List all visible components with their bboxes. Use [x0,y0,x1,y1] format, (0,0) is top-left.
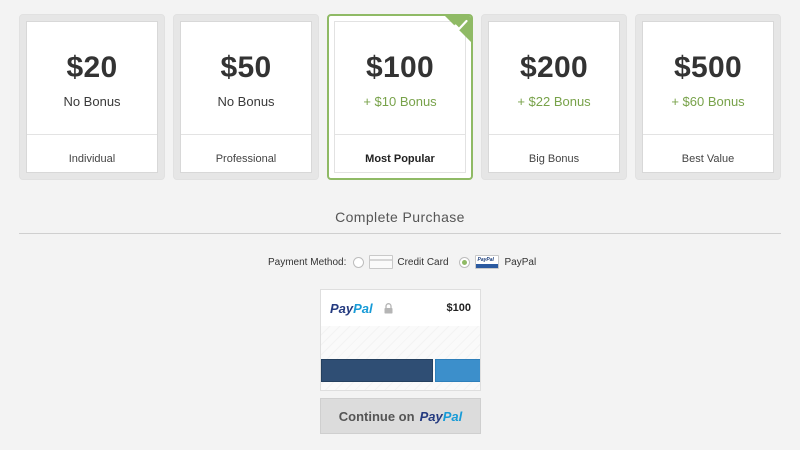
plan-card-professional[interactable]: $50 No Bonus Professional [173,14,319,180]
paypal-icon: PayPal [474,255,499,269]
payment-method-label: Payment Method: [268,256,347,268]
paypal-amount: $100 [446,302,471,314]
plan-tier: Professional [215,153,277,165]
plan-card-best-value[interactable]: $500 + $60 Bonus Best Value [635,14,781,180]
section-divider [19,233,781,234]
plan-divider [489,134,619,135]
paypal-radio[interactable] [458,256,470,268]
plan-tier: Best Value [681,153,735,165]
plan-divider [643,134,773,135]
plan-tier: Most Popular [365,153,435,165]
plan-price: $50 [220,51,272,84]
payment-method-row: Payment Method: Credit Card PayPal PayPa… [268,253,536,271]
plan-bonus: No Bonus [217,94,275,109]
paypal-wordmark: PayPal [419,408,463,424]
plan-price: $200 [520,51,588,84]
plan-tier: Individual [68,153,116,165]
plan-price: $20 [66,51,118,84]
checkmark-icon [454,19,468,31]
plan-bonus: + $60 Bonus [671,94,745,109]
plan-bonus: No Bonus [63,94,121,109]
plan-bonus: + $10 Bonus [363,94,437,109]
plan-bonus: + $22 Bonus [517,94,591,109]
paypal-widget-header: PayPal $100 [321,290,480,326]
plan-divider [181,134,311,135]
paypal-secondary-button[interactable] [435,359,480,382]
paypal-pay-button[interactable] [321,359,433,382]
paypal-checkout-widget: PayPal $100 [320,289,481,391]
paypal-option-label[interactable]: PayPal [505,257,537,268]
continue-label: Continue on [338,408,415,424]
plan-card-most-popular[interactable]: $100 + $10 Bonus Most Popular [327,14,473,180]
plan-options: $20 No Bonus Individual $50 No Bonus Pro… [19,14,781,180]
lock-icon [384,303,393,314]
continue-on-paypal-button[interactable]: Continue on PayPal [320,398,481,434]
plan-card-individual[interactable]: $20 No Bonus Individual [19,14,165,180]
section-title: Complete Purchase [335,209,465,225]
credit-card-option-label[interactable]: Credit Card [397,257,448,268]
plan-card-inner: $200 + $22 Bonus Big Bonus [488,21,620,173]
plan-card-inner: $500 + $60 Bonus Best Value [642,21,774,173]
plan-divider [335,134,465,135]
plan-tier: Big Bonus [528,153,580,165]
plan-card-inner: $50 No Bonus Professional [180,21,312,173]
credit-card-radio[interactable] [353,256,365,268]
paypal-logo: PayPal [330,301,373,316]
plan-card-big-bonus[interactable]: $200 + $22 Bonus Big Bonus [481,14,627,180]
plan-card-inner: $20 No Bonus Individual [26,21,158,173]
plan-price: $500 [674,51,742,84]
plan-divider [27,134,157,135]
plan-price: $100 [366,51,434,84]
credit-card-icon [369,255,394,269]
